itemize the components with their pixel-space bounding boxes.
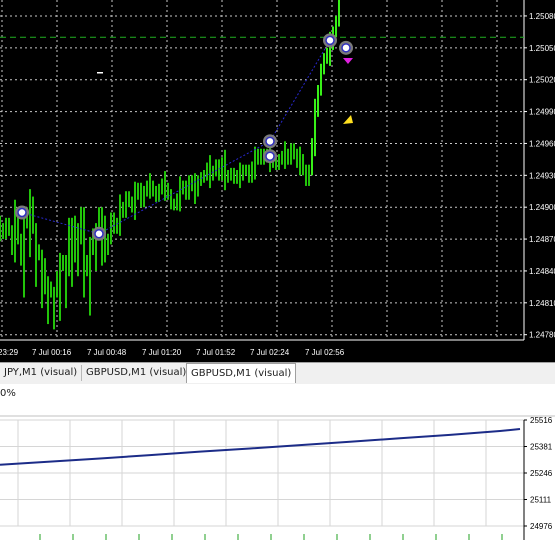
trade-marker-inner [265, 136, 275, 147]
price-tick-label: 1.25050 [529, 44, 555, 53]
time-tick-label: 7 Jul 01:20 [142, 348, 182, 357]
equity-tick-label: 25381 [530, 443, 553, 452]
price-tick-label: 1.24930 [529, 171, 555, 180]
trade-marker-inner [341, 43, 351, 53]
time-tick-label: 23:29 [0, 348, 19, 357]
progress-text: 0% [0, 388, 16, 399]
tab-gbpusd-m1-visual-active[interactable]: GBPUSD,M1 (visual) [186, 363, 297, 383]
price-tick-label: 1.25080 [529, 12, 555, 21]
equity-graph: 25516 25381 25246 25111 24976 [0, 406, 555, 540]
dash-marker [97, 72, 103, 74]
time-tick-label: 7 Jul 00:48 [87, 348, 127, 357]
price-tick-label: 1.24990 [529, 108, 555, 117]
equity-tick-label: 25516 [530, 416, 553, 425]
price-tick-label: 1.24810 [529, 299, 555, 308]
price-tick-label: 1.25020 [529, 76, 555, 85]
price-series [0, 0, 340, 330]
equity-tick-label: 24976 [530, 522, 553, 531]
trade-marker-inner [17, 207, 27, 218]
time-tick-label: 7 Jul 02:56 [305, 348, 345, 357]
yellow-arrow-marker [343, 115, 353, 124]
tab-label: GBPUSD,M1 (visual) [86, 367, 187, 378]
tab-label: JPY,M1 (visual) [4, 367, 78, 378]
time-tick-label: 7 Jul 02:24 [250, 348, 290, 357]
tab-label: GBPUSD,M1 (visual) [191, 368, 292, 379]
equity-graph-canvas: 25516 25381 25246 25111 24976 [0, 415, 555, 540]
equity-tick-label: 25246 [530, 469, 553, 478]
progress-strip: 0% [0, 384, 555, 404]
trade-marker-inner [325, 35, 335, 46]
price-chart[interactable]: 1.25080 1.25050 1.25020 1.24990 1.24960 1.249… [0, 0, 555, 362]
price-chart-canvas[interactable]: 1.25080 1.25050 1.25020 1.24990 1.24960 1.249… [0, 0, 555, 362]
price-tick-label: 1.24840 [529, 267, 555, 276]
price-tick-label: 1.24900 [529, 203, 555, 212]
tab-gbpusd-m1-visual[interactable]: GBPUSD,M1 (visual) [82, 365, 192, 381]
equity-tick-label: 25111 [530, 496, 552, 505]
price-tick-label: 1.24780 [529, 331, 555, 340]
price-tick-label: 1.24870 [529, 235, 555, 244]
trade-marker-inner [265, 151, 275, 161]
tab-jpy-m1-visual[interactable]: JPY,M1 (visual) [0, 365, 83, 381]
price-tick-label: 1.24960 [529, 139, 555, 148]
trade-marker-inner [94, 229, 104, 239]
sell-arrow-marker [343, 58, 353, 64]
chart-tab-bar: JPY,M1 (visual) GBPUSD,M1 (visual) GBPUS… [0, 362, 555, 385]
time-tick-label: 7 Jul 00:16 [32, 348, 72, 357]
time-tick-label: 7 Jul 01:52 [196, 348, 236, 357]
